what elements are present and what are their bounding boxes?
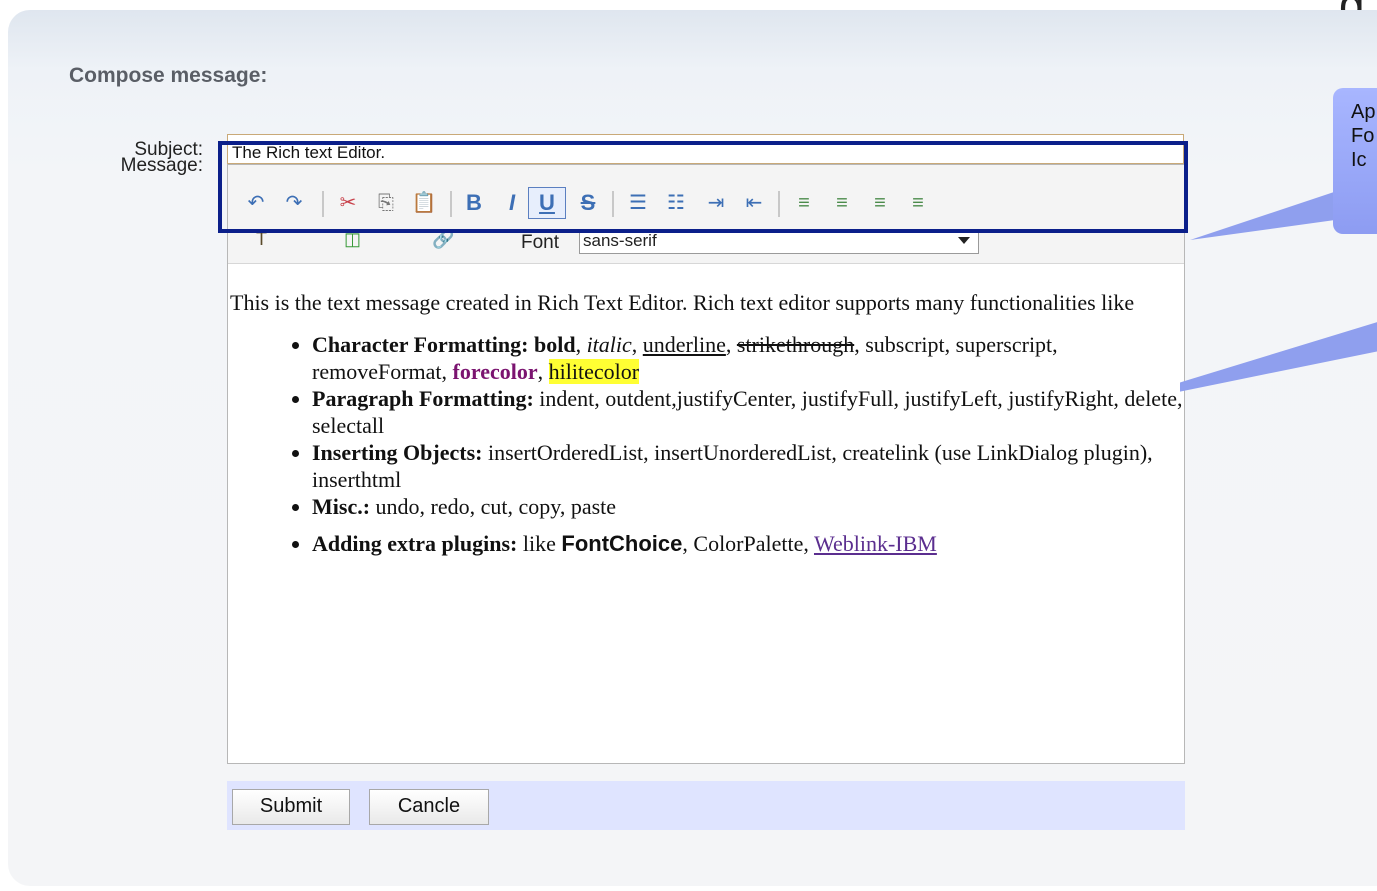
callout-pointer-content bbox=[1180, 322, 1377, 392]
fontchoice-sample: FontChoice bbox=[561, 531, 683, 556]
list-item-label: Misc.: bbox=[312, 494, 371, 519]
list-item-label: Character Formatting: bbox=[312, 332, 529, 357]
bold-sample: bold bbox=[533, 332, 576, 357]
editor-content[interactable]: This is the text message created in Rich… bbox=[228, 289, 1184, 557]
list-item-label: Adding extra plugins: bbox=[312, 531, 518, 556]
callout-text: Ap Fo Ic bbox=[1351, 100, 1375, 172]
font-select-value: sans-serif bbox=[583, 231, 657, 250]
rich-text-editor[interactable]: ↶ ↷ ✂ ⎘ 📋 B I U S ☰ ☷ ⇥ ⇤ ≡ ≡ ≡ ≡ T ◫ 🔗 bbox=[227, 164, 1185, 764]
chevron-down-icon bbox=[958, 237, 970, 244]
feature-list: Character Formatting: bold, italic, unde… bbox=[228, 331, 1184, 557]
underline-sample: underline bbox=[642, 332, 726, 357]
list-item-label: Paragraph Formatting: bbox=[312, 386, 534, 411]
list-item: Paragraph Formatting: indent, outdent,ju… bbox=[312, 385, 1184, 439]
font-select[interactable]: sans-serif bbox=[579, 230, 979, 254]
list-item: Inserting Objects: insertOrderedList, in… bbox=[312, 439, 1184, 493]
callout-line: Ap bbox=[1351, 101, 1376, 123]
list-item: Adding extra plugins: like FontChoice, C… bbox=[312, 530, 1184, 557]
button-bar: Submit Cancle bbox=[227, 781, 1185, 830]
intro-text: This is the text message created in Rich… bbox=[230, 290, 1135, 315]
callout-line: Fo bbox=[1351, 125, 1375, 147]
italic-sample: italic bbox=[586, 332, 632, 357]
colorpalette-text: ColorPalette, bbox=[693, 531, 809, 556]
list-item: Character Formatting: bold, italic, unde… bbox=[312, 331, 1184, 385]
message-label: Message: bbox=[120, 155, 203, 176]
strikethrough-sample: strikethrough bbox=[736, 332, 855, 357]
page-title: Compose message: bbox=[69, 64, 268, 87]
hilitecolor-sample: hilitecolor bbox=[548, 359, 640, 384]
callout-pointer-toolbar bbox=[1190, 190, 1340, 240]
list-item: Misc.: undo, redo, cut, copy, paste bbox=[312, 493, 1184, 520]
list-item-text: undo, redo, cut, copy, paste bbox=[375, 494, 617, 519]
toolbar-highlight-box bbox=[218, 141, 1188, 233]
list-item-label: Inserting Objects: bbox=[312, 440, 483, 465]
cancel-button[interactable]: Cancle bbox=[369, 789, 489, 825]
callout-line: Ic bbox=[1351, 149, 1367, 171]
font-label: Font bbox=[521, 232, 560, 253]
submit-button[interactable]: Submit bbox=[232, 789, 350, 825]
weblink-ibm-link[interactable]: Weblink-IBM bbox=[814, 531, 937, 556]
forecolor-sample: forecolor bbox=[452, 359, 538, 384]
list-item-text: like bbox=[522, 531, 556, 556]
